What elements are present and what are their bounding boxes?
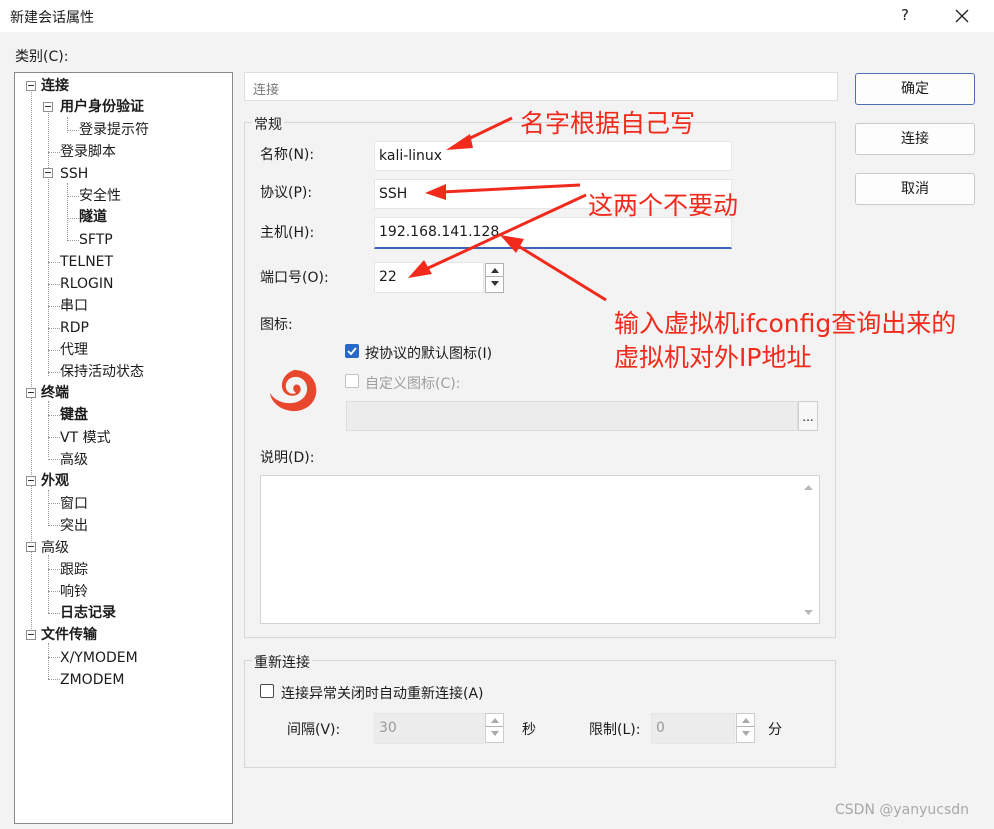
- annotation-ip-note-line2: 虚拟机对外IP地址: [614, 343, 812, 372]
- annotation-name-note: 名字根据自己写: [520, 109, 696, 138]
- watermark: CSDN @yanyucsdn: [835, 802, 970, 818]
- annotation-ip-note-line1: 输入虚拟机ifconfig查询出来的: [614, 309, 957, 338]
- annotation-arrows: [408, 116, 607, 302]
- annotation-dont-touch-note: 这两个不要动: [588, 191, 739, 220]
